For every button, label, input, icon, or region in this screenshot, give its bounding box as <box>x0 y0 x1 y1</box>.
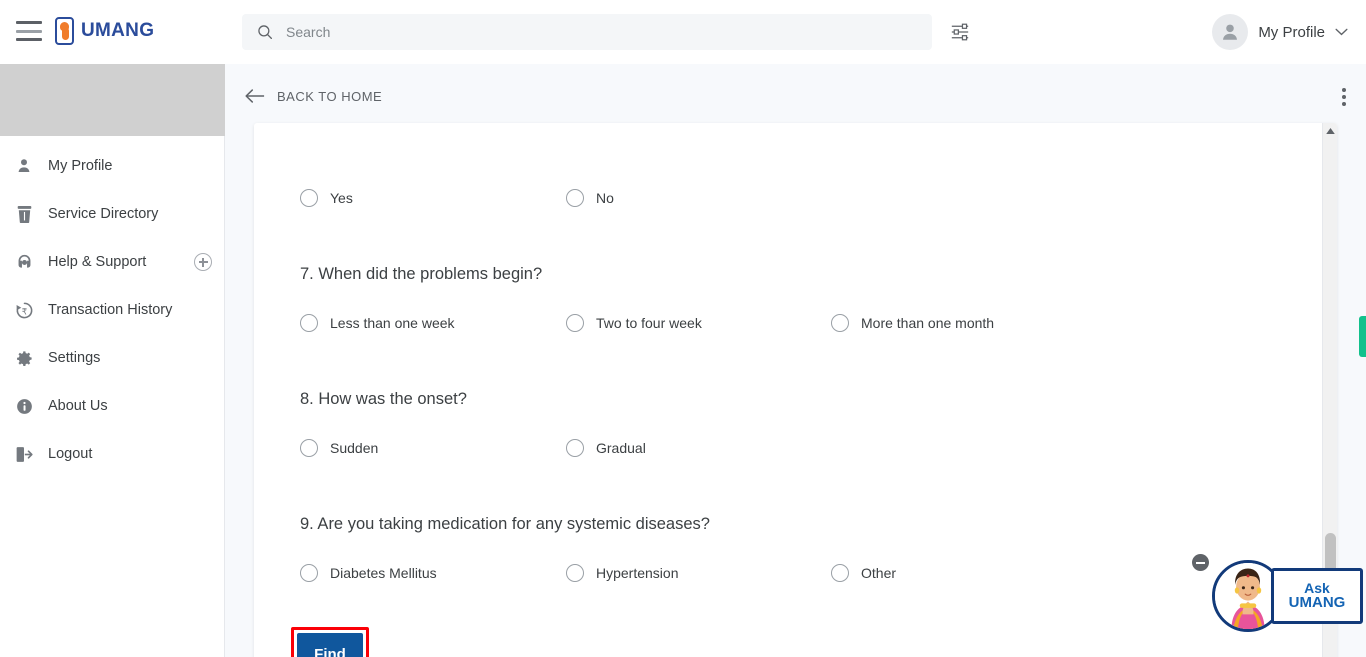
sidebar-item-settings[interactable]: Settings <box>0 334 224 382</box>
page-root: UMANG My Profile <box>0 0 1366 657</box>
more-vertical-icon[interactable] <box>1342 88 1346 106</box>
ask-umang-line1: Ask <box>1304 579 1330 596</box>
option-label: No <box>596 190 614 206</box>
directory-box-icon <box>12 202 36 226</box>
sidebar-item-label: Transaction History <box>48 302 173 318</box>
option-other[interactable]: Other <box>831 564 896 582</box>
question-9-options: Diabetes Mellitus Hypertension Other <box>300 564 896 582</box>
search-icon <box>258 25 273 40</box>
top-navigation-bar: UMANG My Profile <box>0 0 1366 64</box>
sidebar: My Profile Service Directory Help & Supp… <box>0 64 225 657</box>
sidebar-item-help-support[interactable]: Help & Support <box>0 238 224 286</box>
radio-button[interactable] <box>566 189 584 207</box>
option-sudden[interactable]: Sudden <box>300 439 566 457</box>
sidebar-item-label: Help & Support <box>48 254 147 270</box>
umang-phone-hand-icon <box>55 17 74 45</box>
minimize-icon[interactable] <box>1192 554 1209 571</box>
question-title: 8. How was the onset? <box>300 390 467 408</box>
person-avatar-icon <box>1223 24 1238 40</box>
rupee-history-icon: ₹ <box>12 298 36 322</box>
find-button[interactable]: Find <box>297 633 363 657</box>
sidebar-item-service-directory[interactable]: Service Directory <box>0 190 224 238</box>
radio-button[interactable] <box>300 564 318 582</box>
question-9-title-row: 9. Are you taking medication for any sys… <box>300 515 710 534</box>
sidebar-item-logout[interactable]: Logout <box>0 430 224 478</box>
option-label: Hypertension <box>596 565 679 581</box>
sidebar-item-label: Logout <box>48 446 93 462</box>
option-label: Sudden <box>330 440 379 456</box>
filter-sliders-icon[interactable] <box>950 23 970 41</box>
headset-icon <box>12 250 36 274</box>
scroll-up-arrow-icon[interactable] <box>1323 123 1337 138</box>
option-label: Gradual <box>596 440 646 456</box>
option-more-than-one-month[interactable]: More than one month <box>831 314 994 332</box>
ask-umang-widget: Ask UMANG <box>1188 548 1366 643</box>
ask-umang-button[interactable]: Ask UMANG <box>1271 568 1363 624</box>
radio-button[interactable] <box>300 189 318 207</box>
question-7-title-row: 7. When did the problems begin? <box>300 265 542 284</box>
sidebar-item-my-profile[interactable]: My Profile <box>0 142 224 190</box>
gear-icon <box>12 346 36 370</box>
arrow-left-icon <box>245 89 265 103</box>
search-bar[interactable] <box>242 14 932 50</box>
option-yes[interactable]: Yes <box>300 189 566 207</box>
expand-help-support-icon[interactable] <box>194 253 212 271</box>
search-input[interactable] <box>286 24 886 40</box>
question-8-title-row: 8. How was the onset? <box>300 390 467 409</box>
umang-logo[interactable]: UMANG <box>55 17 154 45</box>
radio-button[interactable] <box>831 314 849 332</box>
sidebar-item-label: About Us <box>48 398 108 414</box>
back-to-home-label: BACK TO HOME <box>277 88 383 104</box>
option-label: Two to four week <box>596 315 702 331</box>
question-title: 7. When did the problems begin? <box>300 265 543 283</box>
option-no[interactable]: No <box>566 189 831 207</box>
svg-text:₹: ₹ <box>21 306 27 316</box>
chevron-down-icon[interactable] <box>1335 28 1348 36</box>
option-label: More than one month <box>861 315 995 331</box>
radio-button[interactable] <box>300 439 318 457</box>
brand-name: UMANG <box>81 20 155 41</box>
profile-menu[interactable]: My Profile <box>1212 14 1348 50</box>
avatar <box>1212 14 1249 50</box>
radio-button[interactable] <box>300 314 318 332</box>
info-icon <box>12 394 36 418</box>
option-label: Other <box>861 565 897 581</box>
radio-button[interactable] <box>566 314 584 332</box>
option-label: Yes <box>330 190 353 206</box>
radio-button[interactable] <box>831 564 849 582</box>
back-to-home-button[interactable]: BACK TO HOME <box>245 88 382 104</box>
option-group-previous-question: Yes No <box>300 189 831 207</box>
option-label: Less than one week <box>330 315 455 331</box>
sidebar-item-label: My Profile <box>48 158 113 174</box>
radio-button[interactable] <box>566 564 584 582</box>
sidebar-item-about-us[interactable]: About Us <box>0 382 224 430</box>
find-button-highlight-annotation: Find <box>291 627 369 657</box>
option-less-than-one-week[interactable]: Less than one week <box>300 314 566 332</box>
option-two-to-four-week[interactable]: Two to four week <box>566 314 831 332</box>
question-7-options: Less than one week Two to four week More… <box>300 314 994 332</box>
question-8-options: Sudden Gradual <box>300 439 831 457</box>
ask-umang-line2: UMANG <box>1288 594 1346 612</box>
questionnaire-scroll-area: Yes No 7. When did the problems begin? L… <box>254 123 1337 657</box>
option-diabetes-mellitus[interactable]: Diabetes Mellitus <box>300 564 566 582</box>
hamburger-menu-icon[interactable] <box>16 21 42 41</box>
content-header: BACK TO HOME <box>225 64 1366 128</box>
sidebar-item-label: Service Directory <box>48 206 159 222</box>
logout-icon <box>12 442 36 466</box>
option-gradual[interactable]: Gradual <box>566 439 831 457</box>
questionnaire-card: Yes No 7. When did the problems begin? L… <box>254 123 1337 657</box>
sidebar-item-transaction-history[interactable]: ₹ Transaction History <box>0 286 224 334</box>
radio-button[interactable] <box>566 439 584 457</box>
sidebar-menu-list: My Profile Service Directory Help & Supp… <box>0 136 224 478</box>
person-icon <box>12 154 36 178</box>
feedback-tab[interactable] <box>1359 316 1366 357</box>
option-hypertension[interactable]: Hypertension <box>566 564 831 582</box>
question-title: 9. Are you taking medication for any sys… <box>300 515 710 533</box>
sidebar-item-label: Settings <box>48 350 101 366</box>
profile-name: My Profile <box>1258 23 1325 41</box>
option-label: Diabetes Mellitus <box>330 565 437 581</box>
sidebar-profile-header-placeholder <box>0 64 225 136</box>
